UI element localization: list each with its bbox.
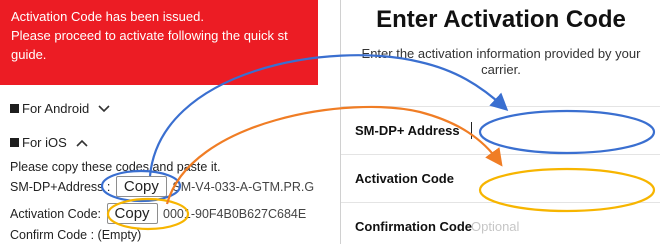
copy-instructions: Please copy these codes and paste it.	[10, 160, 221, 174]
accordion-android[interactable]: For Android	[10, 101, 110, 116]
banner-line: guide.	[11, 47, 47, 62]
activation-value: 0001-90F4B0B627C684E	[163, 207, 307, 221]
banner-line: Please proceed to activate following the…	[11, 28, 288, 43]
issued-banner: Activation Code has been issued. Please …	[0, 0, 318, 85]
confirm-code-row: Confirm Code : (Empty)	[10, 228, 142, 242]
activation-code-field[interactable]: Activation Code	[341, 154, 660, 203]
confirmation-code-label: Confirmation Code	[355, 219, 472, 234]
smdp-row: SM-DP+Address : Copy SM-V4-033-A-GTM.PR.…	[10, 176, 314, 197]
accordion-android-label: For Android	[22, 101, 90, 116]
optional-placeholder: Optional	[471, 219, 520, 234]
screen-description: Enter the activation information provide…	[361, 46, 641, 77]
activation-label: Activation Code:	[10, 207, 102, 221]
copy-activation-button[interactable]: Copy	[106, 203, 158, 224]
copy-smdp-button[interactable]: Copy	[115, 176, 167, 197]
smdp-value: SM-V4-033-A-GTM.PR.G	[172, 180, 315, 194]
smdp-address-label: SM-DP+ Address	[355, 123, 460, 138]
smdp-address-field[interactable]: SM-DP+ Address	[341, 106, 660, 155]
activation-code-label: Activation Code	[355, 171, 454, 186]
accordion-ios-label: For iOS	[22, 135, 67, 150]
text-cursor	[471, 122, 472, 139]
bullet-square-icon	[10, 138, 19, 147]
smdp-label: SM-DP+Address :	[10, 180, 111, 194]
chevron-down-icon	[98, 104, 110, 113]
chevron-up-icon	[76, 139, 88, 147]
carrier-page: Activation Code has been issued. Please …	[0, 0, 318, 244]
enter-activation-screen: Enter Activation Code Enter the activati…	[340, 0, 660, 244]
activation-row: Activation Code: Copy 0001-90F4B0B627C68…	[10, 203, 306, 224]
confirmation-code-field[interactable]: Confirmation Code Optional	[341, 202, 660, 244]
screen-title: Enter Activation Code	[376, 6, 626, 33]
accordion-ios[interactable]: For iOS	[10, 135, 88, 150]
bullet-square-icon	[10, 104, 19, 113]
banner-line: Activation Code has been issued.	[11, 9, 204, 24]
